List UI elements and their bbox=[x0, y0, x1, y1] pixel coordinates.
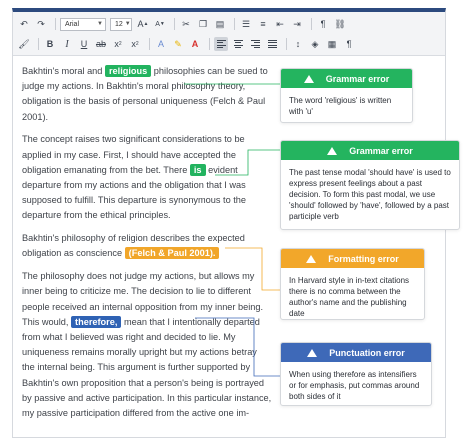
connector-punctuation bbox=[195, 317, 280, 377]
card-header: Grammar error bbox=[281, 69, 412, 88]
connector-formatting bbox=[225, 247, 280, 291]
warning-icon bbox=[306, 254, 317, 263]
card-message: In Harvard style in in-text citations th… bbox=[289, 276, 410, 318]
connector-grammar-2 bbox=[215, 149, 280, 176]
card-header: Formatting error bbox=[281, 249, 424, 268]
warning-icon bbox=[327, 146, 338, 155]
formatting-error-card[interactable]: Formatting error In Harvard style in in-… bbox=[280, 248, 425, 320]
card-message: When using therefore as intensifiers or … bbox=[289, 370, 420, 401]
grammar-error-card-2[interactable]: Grammar error The past tense modal 'shou… bbox=[280, 140, 460, 230]
card-message: The past tense modal 'should have' is us… bbox=[289, 168, 451, 221]
card-header: Grammar error bbox=[281, 141, 459, 160]
punctuation-error-card[interactable]: Punctuation error When using therefore a… bbox=[280, 342, 432, 406]
warning-icon bbox=[307, 348, 318, 357]
grammar-error-card-1[interactable]: Grammar error The word 'religious' is wr… bbox=[280, 68, 413, 123]
card-header: Punctuation error bbox=[281, 343, 431, 362]
card-message: The word 'religious' is written with 'u' bbox=[289, 96, 392, 116]
warning-icon bbox=[303, 74, 314, 83]
